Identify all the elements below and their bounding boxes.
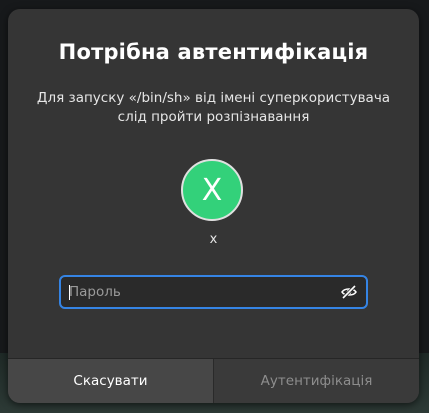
- password-input[interactable]: [69, 277, 329, 307]
- eye-slash-icon[interactable]: [340, 283, 358, 301]
- cancel-button[interactable]: Скасувати: [8, 359, 214, 403]
- avatar-initial: X: [201, 172, 223, 208]
- password-field[interactable]: [59, 275, 368, 309]
- user-name: x: [209, 232, 218, 247]
- dialog-button-row: Скасувати Аутентифікація: [8, 358, 419, 403]
- authentication-dialog: Потрібна автентифікація Для запуску «/bi…: [8, 9, 419, 403]
- dialog-description: Для запуску «/bin/sh» від імені суперкор…: [36, 90, 391, 125]
- dialog-title: Потрібна автентифікація: [58, 40, 369, 64]
- user-avatar: X: [181, 159, 243, 221]
- authenticate-button[interactable]: Аутентифікація: [214, 359, 419, 403]
